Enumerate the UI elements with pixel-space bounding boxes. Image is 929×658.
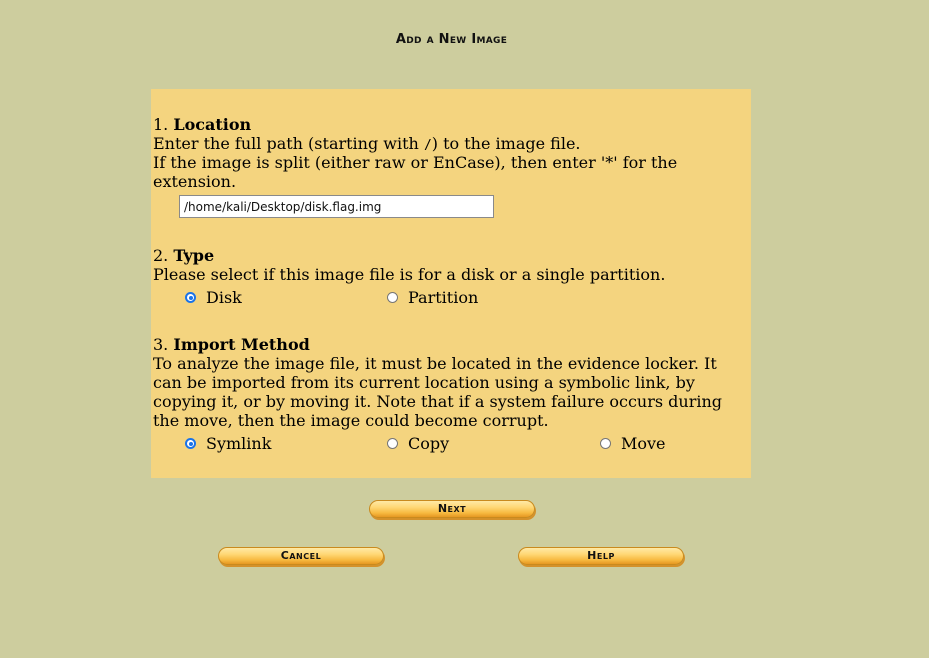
- radio-copy-label: Copy: [408, 434, 450, 453]
- location-line1-after: ) to the image file.: [431, 134, 581, 153]
- import-description-line3: copying it, or by moving it. Note that i…: [153, 392, 723, 411]
- import-heading-text: Import Method: [173, 335, 310, 354]
- radio-option-copy[interactable]: Copy: [387, 434, 449, 453]
- type-heading: 2. Type: [153, 246, 214, 265]
- radio-symlink-label: Symlink: [206, 434, 272, 453]
- cancel-button[interactable]: Cancel: [218, 547, 384, 565]
- radio-option-symlink[interactable]: Symlink: [185, 434, 271, 453]
- location-instruction-line2: If the image is split (either raw or EnC…: [153, 153, 678, 172]
- location-number: 1.: [153, 115, 169, 134]
- location-line1-code: /: [423, 138, 432, 153]
- form-panel: 1. Location Enter the full path (startin…: [151, 89, 751, 478]
- location-heading: 1. Location: [153, 115, 251, 134]
- radio-copy-icon[interactable]: [387, 438, 398, 449]
- radio-symlink-icon[interactable]: [185, 438, 196, 449]
- type-heading-text: Type: [173, 246, 215, 265]
- radio-option-disk[interactable]: Disk: [185, 288, 242, 307]
- radio-option-move[interactable]: Move: [600, 434, 666, 453]
- import-heading: 3. Import Method: [153, 335, 310, 354]
- radio-disk-label: Disk: [206, 288, 242, 307]
- import-number: 3.: [153, 335, 169, 354]
- type-number: 2.: [153, 246, 169, 265]
- radio-disk-icon[interactable]: [185, 292, 196, 303]
- location-instruction-line3: extension.: [153, 172, 237, 191]
- import-description-line2: can be imported from its current locatio…: [153, 373, 695, 392]
- import-description-line4: the move, then the image could become co…: [153, 411, 549, 430]
- radio-move-icon[interactable]: [600, 438, 611, 449]
- location-instruction-line1: Enter the full path (starting with /) to…: [153, 134, 581, 155]
- image-path-input[interactable]: [179, 195, 494, 218]
- radio-option-partition[interactable]: Partition: [387, 288, 478, 307]
- import-description-line1: To analyze the image file, it must be lo…: [153, 354, 717, 373]
- location-line1-before: Enter the full path (starting with: [153, 134, 424, 153]
- location-heading-text: Location: [173, 115, 252, 134]
- radio-partition-icon[interactable]: [387, 292, 398, 303]
- type-description: Please select if this image file is for …: [153, 265, 666, 284]
- radio-move-label: Move: [621, 434, 666, 453]
- radio-partition-label: Partition: [408, 288, 479, 307]
- help-button[interactable]: Help: [518, 547, 684, 565]
- next-button[interactable]: Next: [369, 500, 535, 518]
- page-title: Add a New Image: [395, 32, 508, 47]
